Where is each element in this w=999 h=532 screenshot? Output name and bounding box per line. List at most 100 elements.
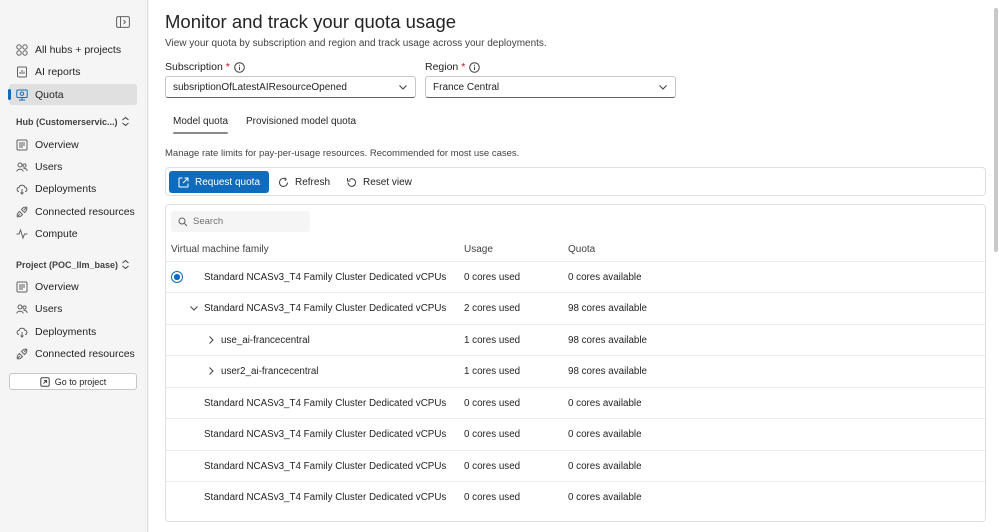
- sidebar-item-label: Deployments: [35, 325, 97, 338]
- table-row[interactable]: Standard NCASv3_T4 Family Cluster Dedica…: [166, 418, 985, 450]
- table-row[interactable]: Standard NCASv3_T4 Family Cluster Dedica…: [166, 292, 985, 324]
- required-mark: *: [225, 61, 230, 73]
- deployments-icon: [16, 183, 28, 195]
- quota-cell: 0 cores available: [568, 398, 642, 409]
- sidebar-item-label: Users: [35, 160, 63, 173]
- hub-item-deployments[interactable]: Deployments: [9, 178, 137, 199]
- hub-item-overview[interactable]: Overview: [9, 134, 137, 155]
- hubs-icon: [16, 43, 28, 56]
- hub-item-users[interactable]: Users: [9, 156, 137, 177]
- overview-icon: [16, 139, 28, 151]
- search-icon: [178, 217, 188, 227]
- row-selected-radio[interactable]: [171, 271, 183, 283]
- connected-resources-icon: [16, 348, 28, 360]
- quota-cell: 98 cores available: [568, 303, 647, 314]
- info-icon[interactable]: [234, 61, 245, 73]
- chevron-right-icon[interactable]: [206, 335, 216, 345]
- search-placeholder: Search: [193, 216, 224, 227]
- column-header-usage[interactable]: Usage: [464, 244, 493, 255]
- page-title: Monitor and track your quota usage: [165, 11, 457, 32]
- chevron-up-down-icon: [121, 259, 130, 272]
- table-row[interactable]: Standard NCASv3_T4 Family Cluster Dedica…: [166, 481, 985, 513]
- subscription-value: subsriptionOfLatestAIResourceOpened: [173, 81, 347, 93]
- request-quota-button[interactable]: Request quota: [169, 171, 269, 193]
- region-label: Region *: [425, 61, 481, 73]
- compute-icon: [16, 227, 28, 240]
- reset-view-button[interactable]: Reset view: [346, 171, 412, 193]
- usage-cell: 1 cores used: [464, 335, 521, 346]
- quota-cell: 0 cores available: [568, 461, 642, 472]
- refresh-button[interactable]: Refresh: [278, 171, 330, 193]
- go-to-project-button[interactable]: Go to project: [9, 373, 137, 390]
- search-input[interactable]: Search: [171, 211, 310, 232]
- usage-cell: 0 cores used: [464, 461, 521, 472]
- info-icon[interactable]: [469, 61, 481, 73]
- project-section-header[interactable]: Project (POC_llm_base): [16, 258, 130, 272]
- chevron-up-down-icon: [121, 116, 130, 129]
- region-label-text: Region: [425, 61, 459, 73]
- sidebar-item-label: Quota: [35, 88, 64, 101]
- chevron-down-icon[interactable]: [189, 303, 199, 313]
- project-item-users[interactable]: Users: [9, 298, 137, 319]
- region-select[interactable]: France Central: [425, 76, 676, 98]
- table-row[interactable]: Standard NCASv3_T4 Family Cluster Dedica…: [166, 450, 985, 482]
- reset-view-label: Reset view: [363, 176, 412, 188]
- request-quota-label: Request quota: [194, 176, 261, 188]
- page-subtitle: View your quota by subscription and regi…: [165, 38, 547, 49]
- chevron-right-icon[interactable]: [206, 366, 216, 376]
- go-to-project-label: Go to project: [54, 376, 107, 387]
- project-item-deployments[interactable]: Deployments: [9, 321, 137, 342]
- vm-family-cell: Standard NCASv3_T4 Family Cluster Dedica…: [204, 492, 447, 503]
- subscription-label-text: Subscription: [165, 61, 223, 73]
- overview-icon: [16, 281, 28, 293]
- required-mark: *: [461, 61, 466, 73]
- project-item-overview[interactable]: Overview: [9, 276, 137, 297]
- project-section-title: Project (POC_llm_base): [16, 260, 119, 270]
- open-icon: [40, 376, 50, 387]
- hub-item-connected-resources[interactable]: Connected resources: [9, 201, 137, 222]
- quota-cell: 98 cores available: [568, 335, 647, 346]
- sidebar-item-all-hubs[interactable]: All hubs + projects: [9, 39, 137, 60]
- hub-section-title: Hub (Customerservic...): [16, 117, 118, 127]
- reset-icon: [346, 177, 357, 188]
- refresh-icon: [278, 176, 289, 188]
- column-header-vm-family[interactable]: Virtual machine family: [171, 244, 269, 255]
- sidebar-item-label: Users: [35, 302, 63, 315]
- tab-provisioned-model-quota[interactable]: Provisioned model quota: [246, 116, 356, 127]
- sidebar-item-label: All hubs + projects: [35, 43, 122, 56]
- users-icon: [16, 161, 28, 173]
- sidebar-item-label: Connected resources: [35, 347, 135, 360]
- usage-cell: 0 cores used: [464, 429, 521, 440]
- subscription-select[interactable]: subsriptionOfLatestAIResourceOpened: [165, 76, 416, 98]
- table-row[interactable]: Standard NCASv3_T4 Family Cluster Dedica…: [166, 387, 985, 419]
- deployments-icon: [16, 326, 28, 338]
- vm-family-cell: Standard NCASv3_T4 Family Cluster Dedica…: [204, 429, 447, 440]
- usage-cell: 2 cores used: [464, 303, 521, 314]
- tab-description: Manage rate limits for pay-per-usage res…: [165, 148, 520, 159]
- table-row[interactable]: user2_ai-francecentral 1 cores used 98 c…: [166, 355, 985, 387]
- sidebar-item-quota[interactable]: Quota: [8, 84, 137, 105]
- usage-cell: 0 cores used: [464, 272, 521, 283]
- region-value: France Central: [433, 81, 500, 93]
- sidebar-item-ai-reports[interactable]: AI reports: [9, 61, 137, 82]
- collapse-sidebar-icon[interactable]: [116, 15, 130, 28]
- main-content: Monitor and track your quota usage View …: [149, 0, 999, 532]
- project-item-connected-resources[interactable]: Connected resources: [9, 343, 137, 364]
- hub-item-compute[interactable]: Compute: [9, 223, 137, 244]
- table-row[interactable]: use_ai-francecentral 1 cores used 98 cor…: [166, 324, 985, 356]
- quota-cell: 0 cores available: [568, 429, 642, 440]
- quota-grid: Search Virtual machine family Usage Quot…: [165, 204, 986, 522]
- report-icon: [16, 66, 28, 78]
- sidebar-item-label: Deployments: [35, 182, 97, 195]
- scrollbar[interactable]: [994, 8, 998, 252]
- sidebar-item-label: Compute: [35, 227, 78, 240]
- sidebar-item-label: Connected resources: [35, 205, 135, 218]
- table-row[interactable]: Standard NCASv3_T4 Family Cluster Dedica…: [166, 261, 985, 293]
- chevron-down-icon: [658, 82, 668, 92]
- column-header-quota[interactable]: Quota: [568, 244, 595, 255]
- tab-model-quota[interactable]: Model quota: [173, 116, 229, 134]
- usage-cell: 1 cores used: [464, 366, 521, 377]
- quota-cell: 98 cores available: [568, 366, 647, 377]
- quota-icon: [16, 89, 28, 101]
- hub-section-header[interactable]: Hub (Customerservic...): [16, 115, 130, 129]
